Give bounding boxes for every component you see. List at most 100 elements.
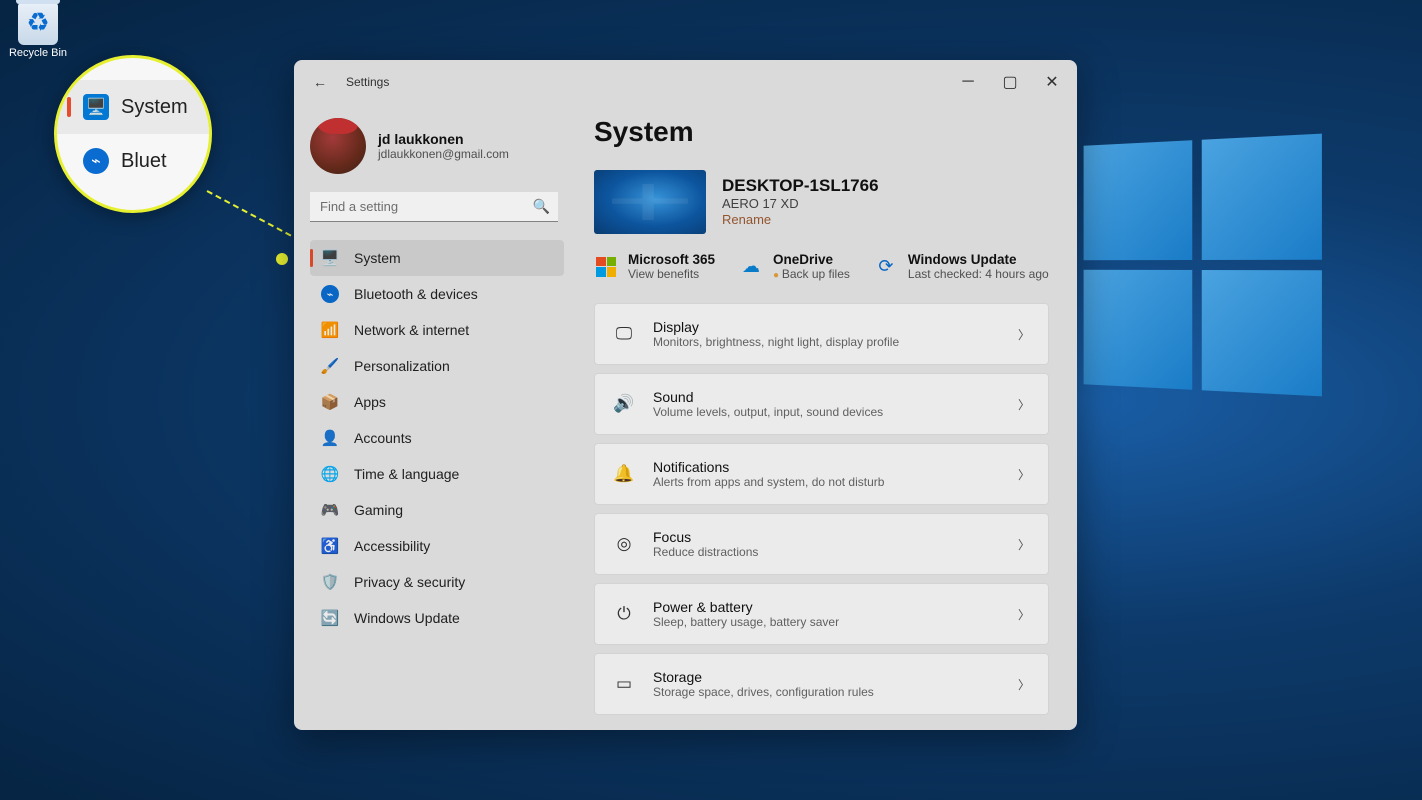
status-microsoft365[interactable]: Microsoft 365 View benefits [594, 252, 715, 281]
sidebar-item-accounts[interactable]: 👤 Accounts [310, 420, 564, 456]
chevron-right-icon: 〉 [1018, 676, 1030, 693]
maximize-button[interactable]: ▢ [989, 66, 1031, 98]
display-icon: 🖵 [613, 323, 635, 345]
device-row: DESKTOP-1SL1766 AERO 17 XD Rename [594, 170, 1049, 234]
privacy-security-icon: 🛡️ [320, 572, 340, 592]
sidebar-item-label: Accounts [354, 430, 412, 446]
chevron-right-icon: 〉 [1018, 396, 1030, 413]
status-onedrive[interactable]: ☁ OneDrive Back up files [739, 252, 850, 281]
sidebar-item-privacy-security[interactable]: 🛡️ Privacy & security [310, 564, 564, 600]
wallpaper-windows-logo [1084, 134, 1322, 397]
card-title: Focus [653, 529, 1018, 545]
sidebar-item-system[interactable]: 🖥️ System [310, 240, 564, 276]
sidebar-item-label: Gaming [354, 502, 403, 518]
chevron-right-icon: 〉 [1018, 606, 1030, 623]
card-sub: Volume levels, output, input, sound devi… [653, 405, 1018, 419]
settings-card-notifications[interactable]: 🔔 NotificationsAlerts from apps and syste… [594, 443, 1049, 505]
time-language-icon: 🌐 [320, 464, 340, 484]
sidebar-item-personalization[interactable]: 🖌️ Personalization [310, 348, 564, 384]
accounts-icon: 👤 [320, 428, 340, 448]
main-panel: System DESKTOP-1SL1766 AERO 17 XD Rename… [574, 104, 1077, 730]
card-title: Storage [653, 669, 1018, 685]
status-sub: Last checked: 4 hours ago [908, 267, 1049, 281]
sidebar-item-label: Windows Update [354, 610, 460, 626]
chevron-right-icon: 〉 [1018, 536, 1030, 553]
recycle-bin-desktop-icon[interactable]: Recycle Bin [8, 3, 68, 59]
recycle-bin-icon [18, 3, 58, 45]
personalization-icon: 🖌️ [320, 356, 340, 376]
callout-magnifier: 🖥️ System ⌁ Bluet [54, 55, 212, 213]
settings-card-power-battery[interactable]: ⏻ Power & batterySleep, battery usage, ba… [594, 583, 1049, 645]
sidebar-item-label: Apps [354, 394, 386, 410]
close-button[interactable]: ✕ [1031, 66, 1073, 98]
storage-icon: ▭ [613, 673, 635, 695]
sidebar-item-label: Accessibility [354, 538, 430, 554]
onedrive-icon: ☁ [739, 255, 763, 279]
settings-card-storage[interactable]: ▭ StorageStorage space, drives, configura… [594, 653, 1049, 715]
power-battery-icon: ⏻ [613, 603, 635, 625]
settings-card-focus[interactable]: ◎ FocusReduce distractions〉 [594, 513, 1049, 575]
minimize-button[interactable]: ─ [947, 66, 989, 98]
titlebar: ← Settings ─ ▢ ✕ [294, 60, 1077, 104]
sidebar-item-bluetooth-devices[interactable]: ⌁ Bluetooth & devices [310, 276, 564, 312]
search-input[interactable] [310, 192, 558, 222]
rename-link[interactable]: Rename [722, 212, 771, 227]
accessibility-icon: ♿ [320, 536, 340, 556]
notifications-icon: 🔔 [613, 463, 635, 485]
windows-update-icon: 🔄 [320, 608, 340, 628]
sidebar-item-network-internet[interactable]: 📶Network & internet [310, 312, 564, 348]
card-sub: Monitors, brightness, night light, displ… [653, 335, 1018, 349]
sidebar-item-label: System [354, 250, 401, 266]
settings-card-display[interactable]: 🖵 DisplayMonitors, brightness, night ligh… [594, 303, 1049, 365]
chevron-right-icon: 〉 [1018, 466, 1030, 483]
status-title: Windows Update [908, 252, 1049, 267]
card-sub: Storage space, drives, configuration rul… [653, 685, 1018, 699]
sidebar-item-label: Bluetooth & devices [354, 286, 478, 302]
sidebar-item-windows-update[interactable]: 🔄 Windows Update [310, 600, 564, 636]
card-sub: Reduce distractions [653, 545, 1018, 559]
status-title: Microsoft 365 [628, 252, 715, 267]
bluetooth-devices-icon: ⌁ [320, 284, 340, 304]
callout-bluetooth-label: Bluet [121, 150, 167, 173]
card-title: Power & battery [653, 599, 1018, 615]
system-icon: 🖥️ [83, 94, 109, 120]
sidebar-item-label: Privacy & security [354, 574, 465, 590]
network-internet-icon: 📶 [320, 320, 340, 340]
user-profile[interactable]: jd laukkonen jdlaukkonen@gmail.com [310, 112, 564, 188]
sidebar-item-apps[interactable]: 📦Apps [310, 384, 564, 420]
status-windows-update[interactable]: ⟳ Windows Update Last checked: 4 hours a… [874, 252, 1049, 281]
sidebar-item-gaming[interactable]: 🎮Gaming [310, 492, 564, 528]
user-name: jd laukkonen [378, 131, 509, 147]
callout-anchor-dot [276, 253, 288, 265]
microsoft365-icon [594, 255, 618, 279]
bluetooth-icon: ⌁ [83, 148, 109, 174]
device-model: AERO 17 XD [722, 196, 879, 211]
status-sub: View benefits [628, 267, 715, 281]
sidebar-item-label: Personalization [354, 358, 450, 374]
page-heading: System [594, 116, 1049, 148]
sound-icon: 🔊 [613, 393, 635, 415]
sidebar: jd laukkonen jdlaukkonen@gmail.com 🔍 🖥️S… [294, 104, 574, 730]
recycle-bin-label: Recycle Bin [9, 47, 67, 59]
chevron-right-icon: 〉 [1018, 326, 1030, 343]
focus-icon: ◎ [613, 533, 635, 555]
sidebar-item-accessibility[interactable]: ♿ Accessibility [310, 528, 564, 564]
card-title: Display [653, 319, 1018, 335]
system-icon: 🖥️ [320, 248, 340, 268]
callout-leader-line [207, 190, 292, 236]
device-name: DESKTOP-1SL1766 [722, 176, 879, 196]
status-title: OneDrive [773, 252, 850, 267]
settings-card-sound[interactable]: 🔊 SoundVolume levels, output, input, soun… [594, 373, 1049, 435]
card-sub: Sleep, battery usage, battery saver [653, 615, 1018, 629]
sidebar-item-time-language[interactable]: 🌐Time & language [310, 456, 564, 492]
status-sub: Back up files [773, 267, 850, 281]
back-button[interactable]: ← [308, 70, 332, 94]
card-title: Notifications [653, 459, 1018, 475]
status-row: Microsoft 365 View benefits ☁ OneDrive B… [594, 252, 1049, 281]
window-title: Settings [346, 75, 947, 89]
user-email: jdlaukkonen@gmail.com [378, 147, 509, 161]
selected-marker [67, 97, 71, 117]
card-title: Sound [653, 389, 1018, 405]
callout-system-label: System [121, 96, 188, 119]
card-sub: Alerts from apps and system, do not dist… [653, 475, 1018, 489]
